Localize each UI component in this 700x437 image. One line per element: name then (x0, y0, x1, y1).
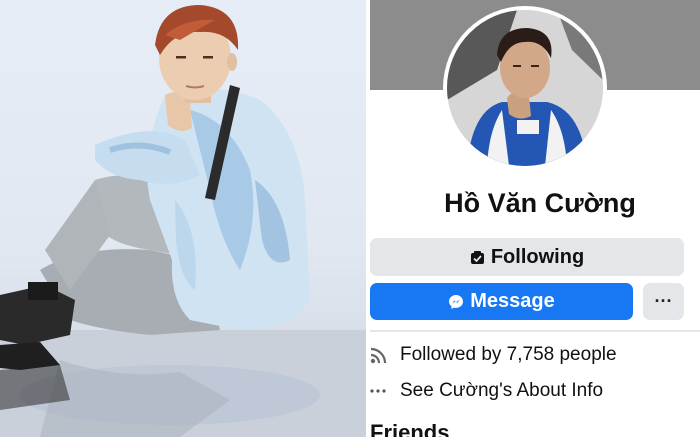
message-button[interactable]: Message (370, 283, 633, 320)
profile-name: Hồ Văn Cường (444, 188, 636, 218)
facebook-profile-panel: Hồ Văn Cường Following Message ··· Follo… (370, 0, 700, 437)
followed-by-text: Followed by 7,758 people (400, 344, 617, 365)
more-options-label: ··· (654, 291, 673, 311)
person-photo-illustration (0, 5, 366, 437)
about-info-text: See Cường's About Info (400, 380, 604, 401)
about-info-row[interactable]: See Cường's About Info (370, 378, 603, 404)
more-dots-icon (370, 388, 392, 394)
avatar[interactable] (447, 10, 603, 166)
more-options-button[interactable]: ··· (643, 283, 684, 320)
following-label: Following (490, 245, 585, 268)
friends-heading: Friends (370, 420, 450, 437)
following-check-icon (470, 250, 485, 265)
avatar-photo-illustration (447, 10, 603, 166)
section-divider (370, 330, 700, 332)
profile-photo-left (0, 0, 366, 437)
message-label: Message (470, 290, 555, 312)
messenger-icon (448, 294, 464, 310)
followed-by-row: Followed by 7,758 people (370, 342, 617, 368)
following-button[interactable]: Following (370, 238, 684, 276)
rss-feed-icon (370, 346, 392, 364)
